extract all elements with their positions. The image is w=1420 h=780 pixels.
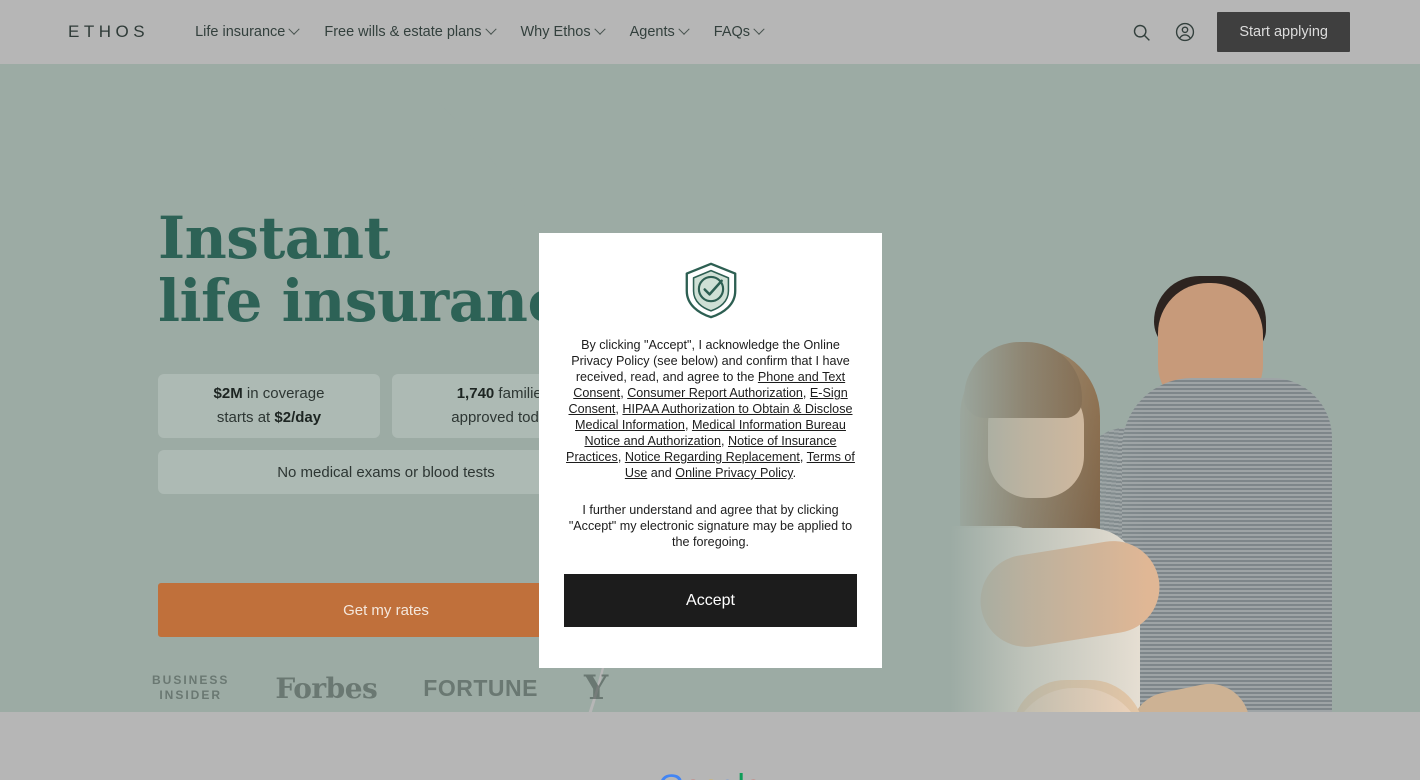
chevron-down-icon bbox=[484, 23, 497, 35]
google-letter: e bbox=[744, 768, 763, 780]
consent-text: , bbox=[721, 434, 728, 448]
press-logo-fortune: FORTUNE bbox=[423, 674, 538, 701]
stat-strong: $2/day bbox=[274, 409, 322, 426]
nav-label: FAQs bbox=[713, 24, 751, 40]
stat-line-1: 1,740 families bbox=[457, 382, 550, 406]
search-icon[interactable] bbox=[1129, 20, 1153, 44]
page-title: Instant life insurance bbox=[158, 207, 599, 333]
press-logos: BUSINESS INSIDER Forbes FORTUNE Y bbox=[152, 668, 608, 708]
site-header: ETHOS Life insurance Free wills & estate… bbox=[0, 0, 1420, 64]
consent-link[interactable]: Notice Regarding Replacement bbox=[625, 450, 800, 464]
google-letter: G bbox=[658, 768, 684, 780]
stat-text: starts at bbox=[216, 409, 275, 426]
account-circle-icon[interactable] bbox=[1173, 20, 1197, 44]
press-logo-y: Y bbox=[583, 668, 609, 708]
accept-button[interactable]: Accept bbox=[564, 574, 857, 627]
chevron-down-icon bbox=[753, 23, 765, 35]
press-line-1: BUSINESS bbox=[152, 673, 230, 687]
press-logo-forbes: Forbes bbox=[275, 671, 378, 705]
stat-line-2: starts at $2/day bbox=[217, 406, 321, 430]
stat-strong: 1,740 bbox=[456, 385, 495, 402]
nav-item-agents[interactable]: Agents bbox=[629, 23, 690, 40]
consent-text: , bbox=[684, 418, 692, 432]
nav-label: Free wills & estate plans bbox=[324, 24, 482, 40]
google-letter: o bbox=[702, 768, 721, 780]
google-logo: Google bbox=[658, 768, 763, 780]
nav-item-free-wills[interactable]: Free wills & estate plans bbox=[324, 23, 497, 40]
start-applying-button[interactable]: Start applying bbox=[1217, 12, 1350, 52]
hero-heading-line1: Instant bbox=[158, 204, 390, 272]
nav-item-faqs[interactable]: FAQs bbox=[713, 23, 765, 40]
header-actions: Start applying bbox=[1129, 12, 1350, 52]
chevron-down-icon bbox=[678, 23, 690, 35]
nav-item-life-insurance[interactable]: Life insurance bbox=[195, 23, 301, 40]
chevron-down-icon bbox=[288, 23, 301, 35]
stat-text: in coverage bbox=[242, 385, 325, 402]
stat-strong: $2M bbox=[213, 385, 243, 402]
hero-heading-line2: life insurance bbox=[158, 267, 599, 335]
page-root: ETHOS Life insurance Free wills & estate… bbox=[0, 0, 1420, 780]
stat-line-1: $2M in coverage bbox=[214, 382, 325, 406]
consent-text: and bbox=[647, 466, 676, 480]
consent-text: . bbox=[792, 466, 797, 480]
consent-text: , bbox=[617, 450, 625, 464]
consent-text: , bbox=[802, 386, 810, 400]
google-letter: g bbox=[719, 768, 738, 780]
consent-modal: By clicking "Accept", I acknowledge the … bbox=[539, 233, 882, 668]
consent-text: , bbox=[799, 450, 807, 464]
google-letter: o bbox=[684, 768, 703, 780]
nav-item-why-ethos[interactable]: Why Ethos bbox=[520, 23, 606, 40]
consent-paragraph-1: By clicking "Accept", I acknowledge the … bbox=[564, 337, 857, 481]
stat-card-coverage: $2M in coverage starts at $2/day bbox=[158, 374, 380, 438]
consent-paragraph-2: I further understand and agree that by c… bbox=[568, 503, 853, 549]
nav-label: Agents bbox=[629, 24, 675, 40]
main-navigation: Life insurance Free wills & estate plans… bbox=[195, 23, 765, 40]
ethos-logo[interactable]: ETHOS bbox=[68, 22, 149, 42]
nav-label: Life insurance bbox=[195, 24, 286, 40]
nav-label: Why Ethos bbox=[520, 24, 591, 40]
press-logo-business-insider: BUSINESS INSIDER bbox=[152, 673, 229, 703]
chevron-down-icon bbox=[593, 23, 606, 35]
shield-check-icon bbox=[680, 259, 742, 321]
consent-link[interactable]: Consumer Report Authorization bbox=[627, 386, 803, 400]
consent-link[interactable]: Online Privacy Policy bbox=[675, 466, 792, 480]
below-fold-section: Google bbox=[0, 712, 1420, 780]
press-line-2: INSIDER bbox=[159, 688, 223, 702]
